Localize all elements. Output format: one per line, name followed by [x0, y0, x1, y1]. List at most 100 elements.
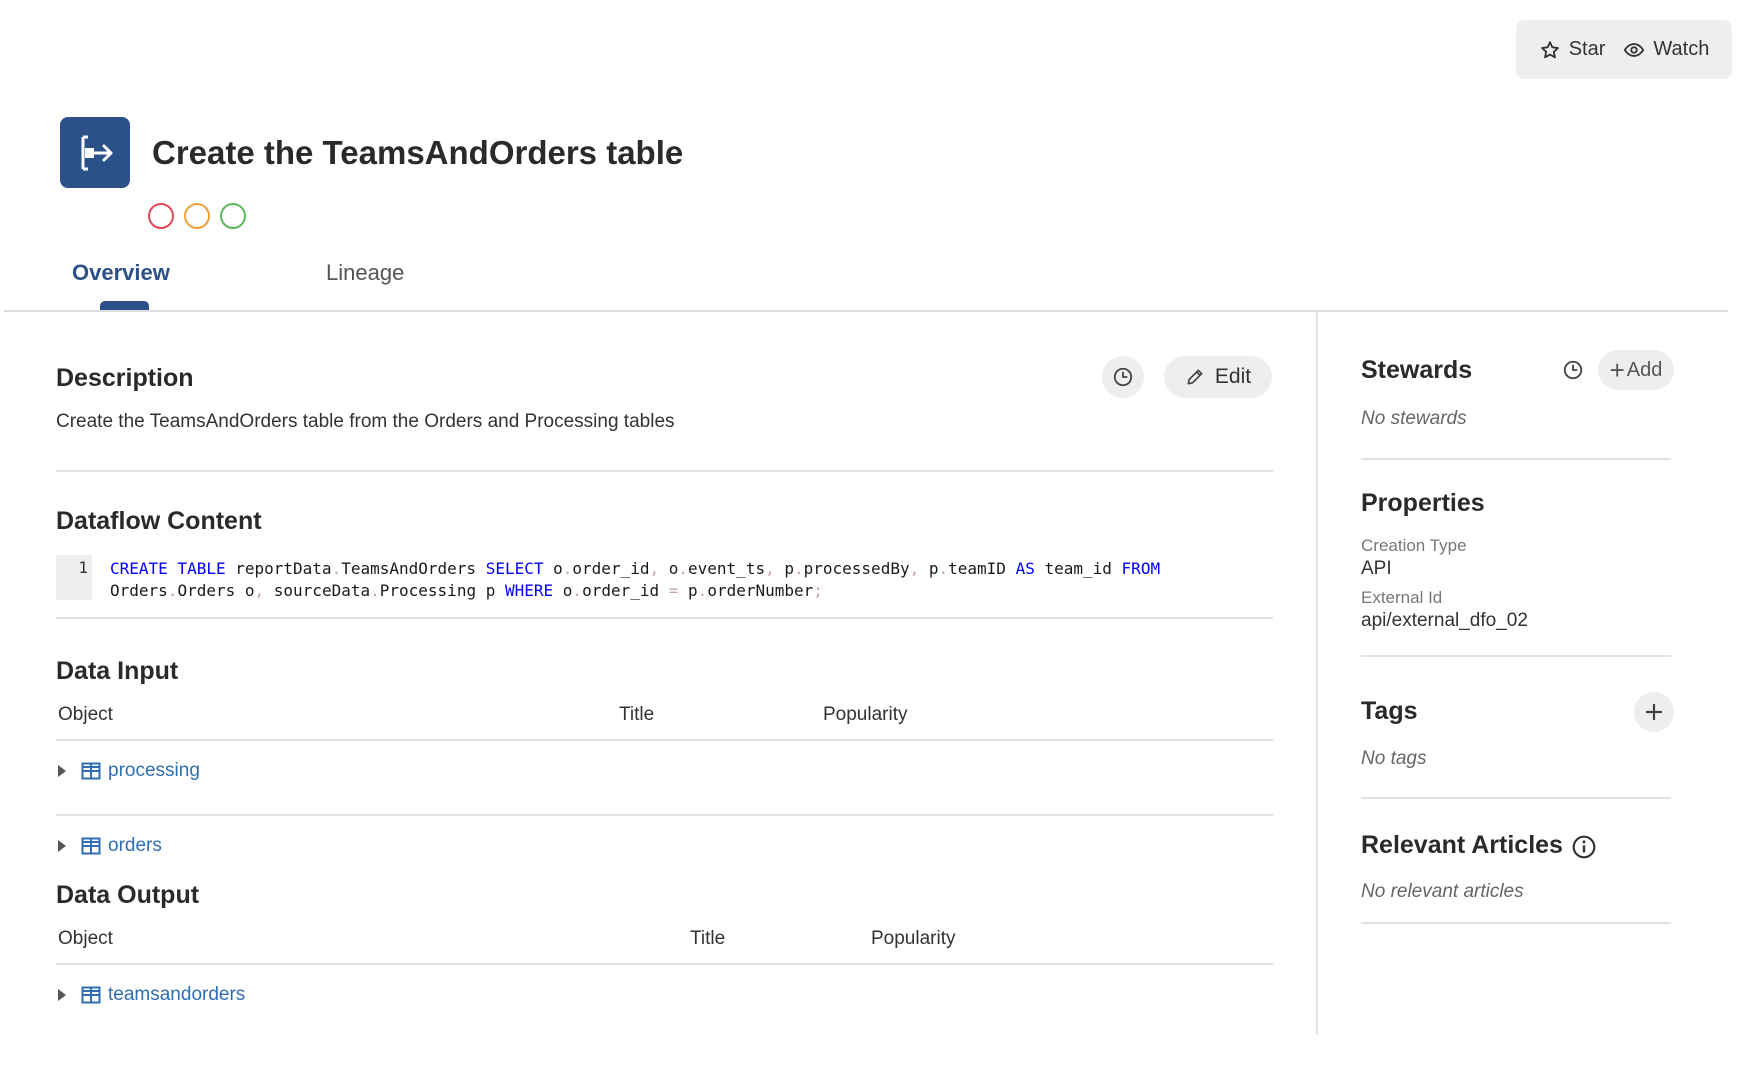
output-column-title[interactable]: Title: [690, 928, 725, 950]
data-output-title: Data Output: [56, 881, 200, 909]
no-articles-text: No relevant articles: [1361, 881, 1524, 902]
code-token: .: [562, 559, 573, 578]
sidebar-divider: [1361, 458, 1671, 460]
code-line-2: Orders.Orders o, sourceData.Processing p…: [110, 580, 1160, 602]
code-token: sourceData: [264, 581, 371, 600]
code-token: teamID: [948, 559, 1016, 578]
data-input-title: Data Input: [56, 657, 179, 685]
code-token: ,: [649, 559, 660, 578]
code-keyword: SELECT: [485, 559, 544, 578]
code-token: p: [774, 559, 794, 578]
code-line-1: CREATE TABLE reportData.TeamsAndOrders S…: [110, 558, 1160, 580]
clock-icon: [1113, 367, 1133, 387]
code-token: processedBy: [803, 559, 910, 578]
description-title: Description: [56, 364, 194, 392]
top-actions-bar: Star Watch: [1516, 20, 1732, 79]
section-divider: [56, 617, 1273, 619]
code-token: .: [370, 581, 380, 600]
code-token: .: [938, 559, 949, 578]
code-token: reportData: [225, 559, 332, 578]
object-link[interactable]: orders: [108, 835, 162, 857]
properties-title: Properties: [1361, 489, 1485, 517]
table-row-teamsandorders[interactable]: teamsandorders: [58, 984, 245, 1006]
page-title: Create the TeamsAndOrders table: [152, 133, 684, 171]
tab-overview[interactable]: Overview: [72, 260, 170, 286]
sidebar-divider: [1361, 922, 1671, 924]
expand-caret-icon[interactable]: [58, 765, 66, 777]
dataflow-content-title: Dataflow Content: [56, 507, 262, 535]
quality-dot-red[interactable]: [148, 203, 174, 229]
vertical-divider: [1316, 312, 1318, 1034]
code-token: ;: [813, 581, 823, 600]
star-label: Star: [1568, 38, 1606, 60]
code-token: o: [659, 559, 679, 578]
table-header-divider: [56, 739, 1273, 741]
info-icon[interactable]: [1571, 834, 1597, 860]
code-token: .: [167, 581, 178, 600]
object-link[interactable]: teamsandorders: [108, 984, 245, 1006]
code-keyword: CREATE TABLE: [110, 559, 226, 578]
code-token: .: [678, 559, 689, 578]
code-token: ,: [909, 559, 920, 578]
code-token: orderNumber: [707, 581, 814, 600]
input-column-object[interactable]: Object: [58, 704, 113, 726]
edit-description-button[interactable]: Edit: [1164, 356, 1272, 398]
code-token: Processing p: [379, 581, 505, 600]
code-token: event_ts: [688, 559, 766, 578]
watch-label: Watch: [1653, 38, 1710, 60]
property-value: api/external_dfo_02: [1361, 610, 1528, 631]
code-block[interactable]: 1 CREATE TABLE reportData.TeamsAndOrders…: [56, 555, 1273, 607]
description-text: Create the TeamsAndOrders table from the…: [56, 411, 675, 432]
no-tags-text: No tags: [1361, 748, 1427, 769]
code-token: Orders o: [177, 581, 255, 600]
edit-label: Edit: [1214, 365, 1252, 388]
object-link[interactable]: processing: [108, 760, 200, 782]
stewards-title: Stewards: [1361, 356, 1473, 384]
description-header: Description Edit: [56, 356, 1273, 400]
expand-caret-icon[interactable]: [58, 840, 66, 852]
code-token: .: [793, 559, 804, 578]
section-divider: [56, 470, 1273, 472]
watch-button[interactable]: Watch: [1623, 38, 1709, 61]
code-token: .: [331, 559, 342, 578]
star-icon: [1540, 40, 1559, 58]
code-keyword: WHERE: [504, 581, 554, 600]
code-text: CREATE TABLE reportData.TeamsAndOrders S…: [110, 558, 1160, 602]
eye-icon: [1624, 42, 1645, 57]
description-history-button[interactable]: [1102, 356, 1144, 398]
quality-dot-green[interactable]: [220, 203, 246, 229]
expand-caret-icon[interactable]: [58, 989, 66, 1001]
sidebar-divider: [1361, 655, 1671, 657]
table-icon: [81, 837, 101, 855]
line-number-gutter: 1: [56, 555, 92, 600]
code-token: .: [572, 581, 583, 600]
quality-indicators: [148, 203, 246, 229]
table-row-orders[interactable]: orders: [58, 835, 162, 857]
output-column-popularity[interactable]: Popularity: [871, 928, 956, 950]
tab-lineage[interactable]: Lineage: [326, 260, 404, 286]
table-icon: [81, 762, 101, 780]
add-tag-button[interactable]: [1634, 692, 1674, 732]
table-icon: [81, 986, 101, 1004]
star-button[interactable]: Star: [1539, 38, 1606, 61]
add-label: Add: [1626, 358, 1663, 381]
no-stewards-text: No stewards: [1361, 408, 1467, 429]
quality-dot-orange[interactable]: [184, 203, 210, 229]
code-token: p: [919, 559, 939, 578]
table-row-processing[interactable]: processing: [58, 760, 200, 782]
code-keyword: FROM: [1121, 559, 1161, 578]
line-number: 1: [78, 558, 88, 577]
code-token: ,: [765, 559, 775, 578]
clock-icon[interactable]: [1562, 359, 1584, 381]
code-token: o: [553, 581, 573, 600]
input-column-popularity[interactable]: Popularity: [823, 704, 908, 726]
code-token: order_id: [582, 581, 669, 600]
code-token: team_id: [1034, 559, 1122, 578]
active-tab-indicator: [100, 301, 149, 310]
output-column-object[interactable]: Object: [58, 928, 113, 950]
add-steward-button[interactable]: + Add: [1598, 350, 1674, 390]
code-token: ,: [254, 581, 265, 600]
plus-icon: [1646, 704, 1662, 720]
tags-title: Tags: [1361, 697, 1418, 725]
input-column-title[interactable]: Title: [619, 704, 654, 726]
